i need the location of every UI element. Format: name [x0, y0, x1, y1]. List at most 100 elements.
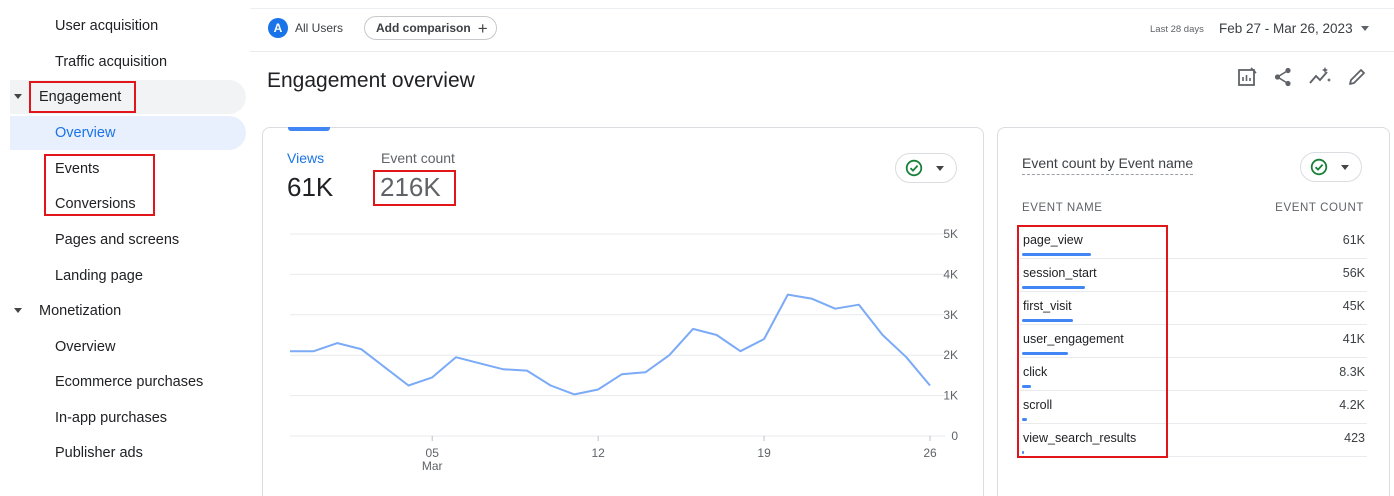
event-name-cell: click — [1023, 365, 1048, 379]
event-count-bar — [1022, 319, 1073, 322]
sidebar-item-engagement-overview[interactable]: Overview — [10, 116, 246, 150]
sidebar-item-conversions[interactable]: Conversions — [10, 187, 246, 221]
engagement-line-chart: 0 1K 2K 3K 4K 5K 05Mar 12 19 26 — [290, 228, 958, 473]
table-row[interactable]: user_engagement 41K — [1020, 325, 1367, 358]
event-name-cell: first_visit — [1023, 299, 1072, 313]
event-count-cell: 56K — [1342, 266, 1365, 280]
caret-down-icon — [14, 94, 22, 99]
sidebar-item-label: Landing page — [55, 268, 143, 284]
table-row[interactable]: click 8.3K — [1020, 358, 1367, 391]
sidebar-item-label: Monetization — [39, 303, 122, 319]
event-count-bar — [1022, 253, 1091, 256]
add-comparison-button[interactable]: Add comparison + — [364, 16, 497, 40]
sidebar-item-label: User acquisition — [55, 18, 159, 34]
event-count-cell: 41K — [1342, 332, 1365, 346]
event-count-cell: 4.2K — [1339, 398, 1365, 412]
sidebar-item-label: In-app purchases — [55, 410, 168, 426]
header-actions — [1236, 66, 1368, 88]
event-count-bar — [1022, 418, 1027, 421]
event-count-cell: 8.3K — [1339, 365, 1365, 379]
chart-y-tick-label: 1K — [943, 389, 958, 403]
edit-pencil-icon[interactable] — [1346, 66, 1368, 88]
sidebar-item-monetization-overview[interactable]: Overview — [10, 330, 246, 364]
metric-views-label[interactable]: Views — [287, 150, 324, 166]
sidebar-item-label: Pages and screens — [55, 232, 180, 248]
event-count-cell: 61K — [1342, 233, 1365, 247]
event-count-cell: 45K — [1342, 299, 1365, 313]
chart-y-tick-label: 2K — [943, 348, 958, 362]
selected-tab-indicator — [288, 127, 330, 131]
chart-options-dropdown[interactable] — [895, 153, 957, 183]
table-row[interactable]: view_search_results 423 — [1020, 424, 1367, 457]
date-range-label: Feb 27 - Mar 26, 2023 — [1219, 21, 1353, 36]
chart-x-tick-label: 05 — [426, 446, 440, 460]
sidebar: User acquisition Traffic acquisition Eng… — [0, 0, 248, 496]
sidebar-item-user-acquisition[interactable]: User acquisition — [10, 9, 246, 43]
sidebar-item-traffic-acquisition[interactable]: Traffic acquisition — [10, 45, 246, 79]
date-caption: Last 28 days — [1150, 24, 1204, 35]
chart-y-tick-label: 3K — [943, 308, 958, 322]
event-card-options-dropdown[interactable] — [1300, 152, 1362, 182]
chart-x-ticks: 05Mar 12 19 26 — [422, 436, 937, 473]
metric-views-value: 61K — [287, 172, 334, 202]
segment-avatar-icon: A — [268, 18, 288, 38]
check-circle-icon — [905, 159, 923, 177]
caret-down-icon — [936, 165, 944, 171]
sidebar-item-label: Publisher ads — [55, 445, 143, 461]
caret-down-icon — [14, 308, 22, 313]
sidebar-group-monetization[interactable]: Monetization — [10, 294, 246, 328]
sidebar-item-events[interactable]: Events — [10, 152, 246, 186]
chart-y-tick-label: 4K — [943, 267, 958, 281]
event-count-bar — [1022, 286, 1086, 289]
segment-label: All Users — [295, 21, 344, 35]
event-count-cell: 423 — [1344, 431, 1365, 445]
caret-down-icon — [1360, 26, 1369, 31]
chart-y-tick-label: 5K — [943, 228, 958, 241]
sidebar-item-pages-and-screens[interactable]: Pages and screens — [10, 223, 246, 257]
sidebar-item-label: Overview — [55, 125, 116, 141]
sidebar-group-engagement[interactable]: Engagement — [10, 80, 246, 114]
sidebar-item-publisher-ads[interactable]: Publisher ads — [10, 436, 246, 470]
share-icon[interactable] — [1272, 66, 1294, 88]
table-row[interactable]: first_visit 45K — [1020, 292, 1367, 325]
event-count-bar — [1022, 451, 1024, 454]
chart-x-tick-label: 19 — [757, 446, 771, 460]
event-count-bar — [1022, 352, 1069, 355]
chart-gridlines — [290, 233, 945, 437]
metric-event-count-label[interactable]: Event count — [381, 150, 455, 166]
sidebar-item-label: Traffic acquisition — [55, 54, 168, 70]
sidebar-item-landing-page[interactable]: Landing page — [10, 259, 246, 293]
page-title: Engagement overview — [267, 69, 475, 92]
plus-icon: + — [477, 18, 488, 38]
caret-down-icon — [1341, 164, 1349, 170]
insights-icon[interactable] — [1308, 66, 1332, 88]
event-card-title[interactable]: Event count by Event name — [1022, 155, 1194, 175]
metric-event-count-value: 216K — [380, 172, 441, 202]
sidebar-item-ecommerce-purchases[interactable]: Ecommerce purchases — [10, 365, 246, 399]
chart-y-tick-label: 0 — [951, 429, 958, 443]
event-count-bar — [1022, 385, 1032, 388]
segment-chip-all-users[interactable]: A All Users — [268, 16, 343, 40]
sidebar-item-label: Conversions — [55, 196, 136, 212]
column-header-event-name: EVENT NAME — [1022, 202, 1103, 214]
event-name-cell: user_engagement — [1023, 332, 1124, 346]
column-header-event-count: EVENT COUNT — [1275, 202, 1364, 214]
event-name-cell: page_view — [1023, 233, 1083, 247]
check-circle-icon — [1310, 158, 1328, 176]
date-range-picker[interactable]: Feb 27 - Mar 26, 2023 — [1219, 21, 1369, 36]
customize-report-icon[interactable] — [1236, 66, 1258, 88]
chart-y-ticks: 0 1K 2K 3K 4K 5K — [943, 228, 958, 443]
chart-series-line — [290, 293, 931, 396]
sidebar-item-label: Events — [55, 161, 100, 177]
table-row[interactable]: page_view 61K — [1020, 226, 1367, 259]
event-name-cell: scroll — [1023, 398, 1053, 412]
event-name-cell: session_start — [1023, 266, 1097, 280]
table-row[interactable]: session_start 56K — [1020, 259, 1367, 292]
sidebar-item-label: Overview — [55, 339, 116, 355]
sidebar-item-label: Engagement — [39, 89, 122, 105]
event-name-cell: view_search_results — [1023, 431, 1137, 445]
sidebar-item-label: Ecommerce purchases — [55, 374, 204, 390]
sidebar-item-in-app-purchases[interactable]: In-app purchases — [10, 401, 246, 435]
table-row[interactable]: scroll 4.2K — [1020, 391, 1367, 424]
add-comparison-label: Add comparison — [376, 21, 471, 35]
